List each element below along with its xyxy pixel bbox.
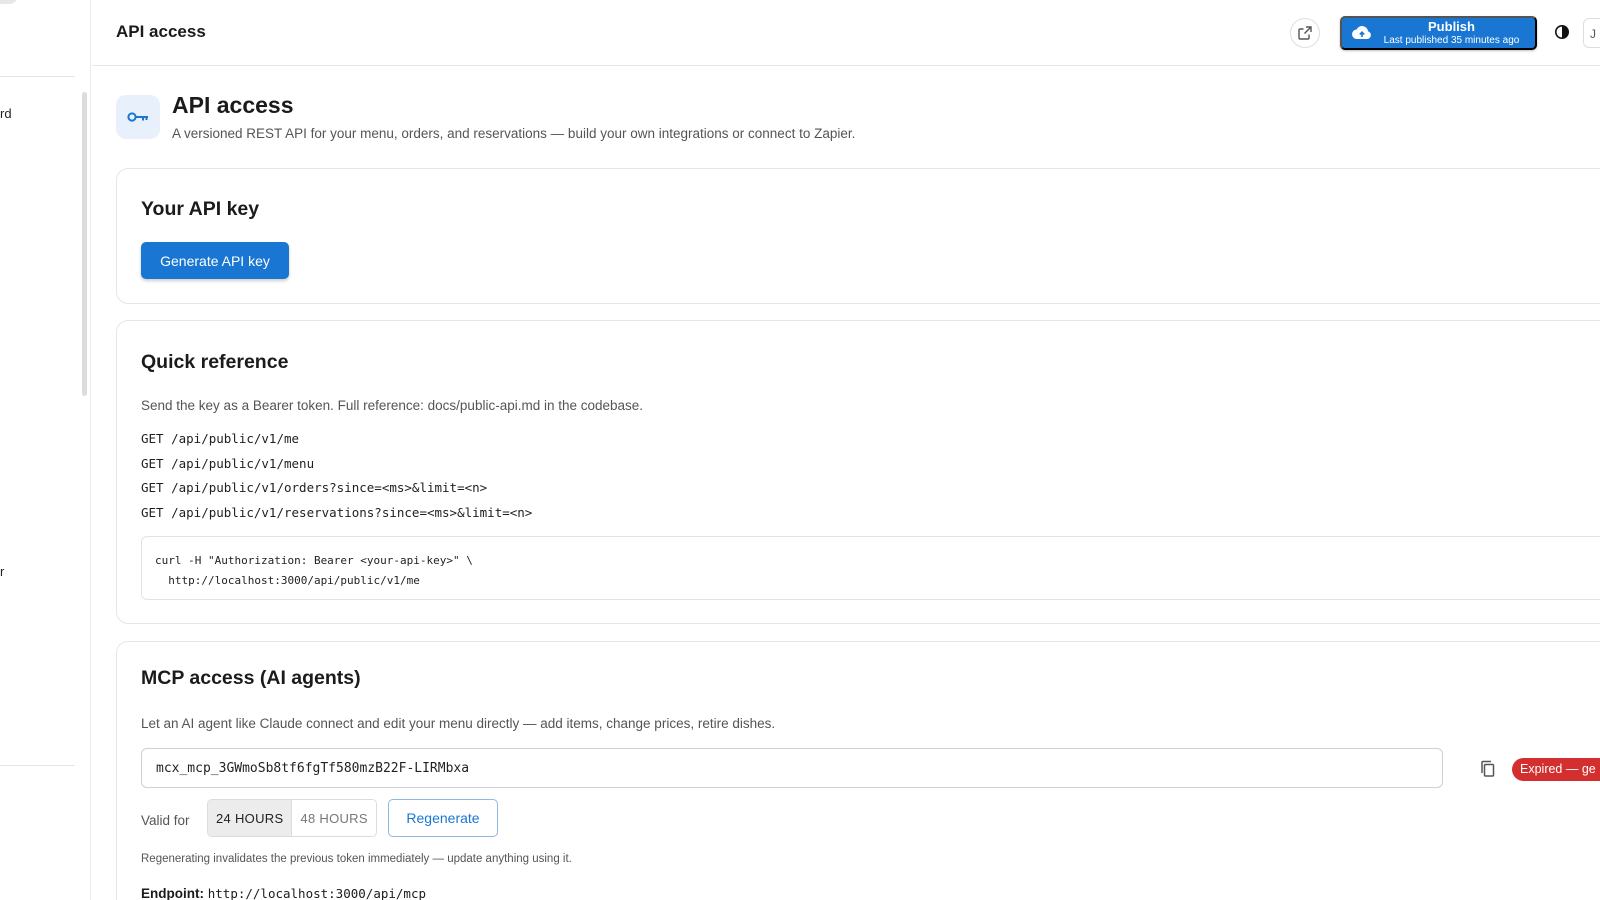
page-subtitle: A versioned REST API for your menu, orde… [172, 126, 856, 141]
sidebar-divider [0, 765, 75, 766]
endpoint-item: GET /api/public/v1/orders?since=<ms>&lim… [141, 480, 488, 495]
generate-api-key-button[interactable]: Generate API key [141, 242, 289, 279]
external-link-icon [1298, 26, 1312, 40]
endpoint-item: GET /api/public/v1/reservations?since=<m… [141, 504, 533, 520]
sidebar-divider [0, 76, 75, 77]
regenerate-warning: Regenerating invalidates the previous to… [141, 853, 572, 865]
user-menu-initial: J [1590, 27, 1596, 41]
mcp-endpoint: Endpoint: http://localhost:3000/api/mcp [141, 886, 426, 900]
open-site-button[interactable] [1290, 18, 1320, 48]
cloud-upload-icon [1352, 23, 1372, 43]
mcp-token-field[interactable] [141, 748, 1443, 788]
mcp-access-card: MCP access (AI agents) Let an AI agent l… [116, 641, 1600, 900]
publish-button[interactable]: Publish Last published 35 minutes ago [1340, 16, 1537, 50]
page-title: API access [172, 92, 294, 118]
key-icon-badge [116, 95, 160, 139]
sidebar-item-dashboard[interactable]: rd [0, 106, 12, 121]
quick-reference-heading: Quick reference [141, 351, 289, 373]
copy-icon[interactable] [1478, 759, 1498, 779]
theme-toggle-icon[interactable] [1554, 24, 1570, 40]
key-icon [127, 112, 148, 122]
valid-for-label: Valid for [141, 813, 190, 828]
header-title: API access [116, 22, 206, 41]
api-key-heading: Your API key [141, 198, 260, 220]
duration-toggle: 24 HOURS 48 HOURS [207, 799, 377, 837]
duration-option-48h[interactable]: 48 HOURS [292, 800, 376, 836]
endpoint-label: Endpoint: [141, 886, 204, 900]
last-published-text: Last published 35 minutes ago [1383, 35, 1520, 46]
sidebar-logo-fragment [0, 0, 18, 4]
endpoint-url: http://localhost:3000/api/mcp [207, 886, 426, 900]
regenerate-button[interactable]: Regenerate [388, 799, 498, 837]
duration-option-24h[interactable]: 24 HOURS [208, 800, 293, 836]
endpoint-list: GET /api/public/v1/me GET /api/public/v1… [141, 427, 532, 525]
quick-reference-description: Send the key as a Bearer token. Full ref… [141, 398, 644, 413]
publish-label: Publish [1428, 19, 1475, 34]
sidebar: rd r [0, 0, 91, 900]
user-menu-button[interactable]: J [1583, 18, 1600, 48]
sidebar-scrollbar[interactable] [82, 92, 87, 396]
sidebar-item-partial[interactable]: r [0, 564, 4, 579]
endpoint-item: GET /api/public/v1/menu [141, 455, 315, 471]
mcp-description: Let an AI agent like Claude connect and … [141, 716, 776, 731]
token-status-badge: Expired — ge [1512, 758, 1600, 781]
endpoint-item: GET /api/public/v1/me [141, 431, 300, 446]
app-window: rd r API access Publish Last published 3… [0, 0, 1600, 900]
top-header: API access Publish Last published 35 min… [92, 0, 1600, 66]
mcp-access-heading: MCP access (AI agents) [141, 667, 361, 689]
api-key-card: Your API key Generate API key [116, 168, 1600, 304]
curl-example-code: curl -H "Authorization: Bearer <your-api… [141, 536, 1600, 600]
quick-reference-card: Quick reference Send the key as a Bearer… [116, 320, 1600, 624]
